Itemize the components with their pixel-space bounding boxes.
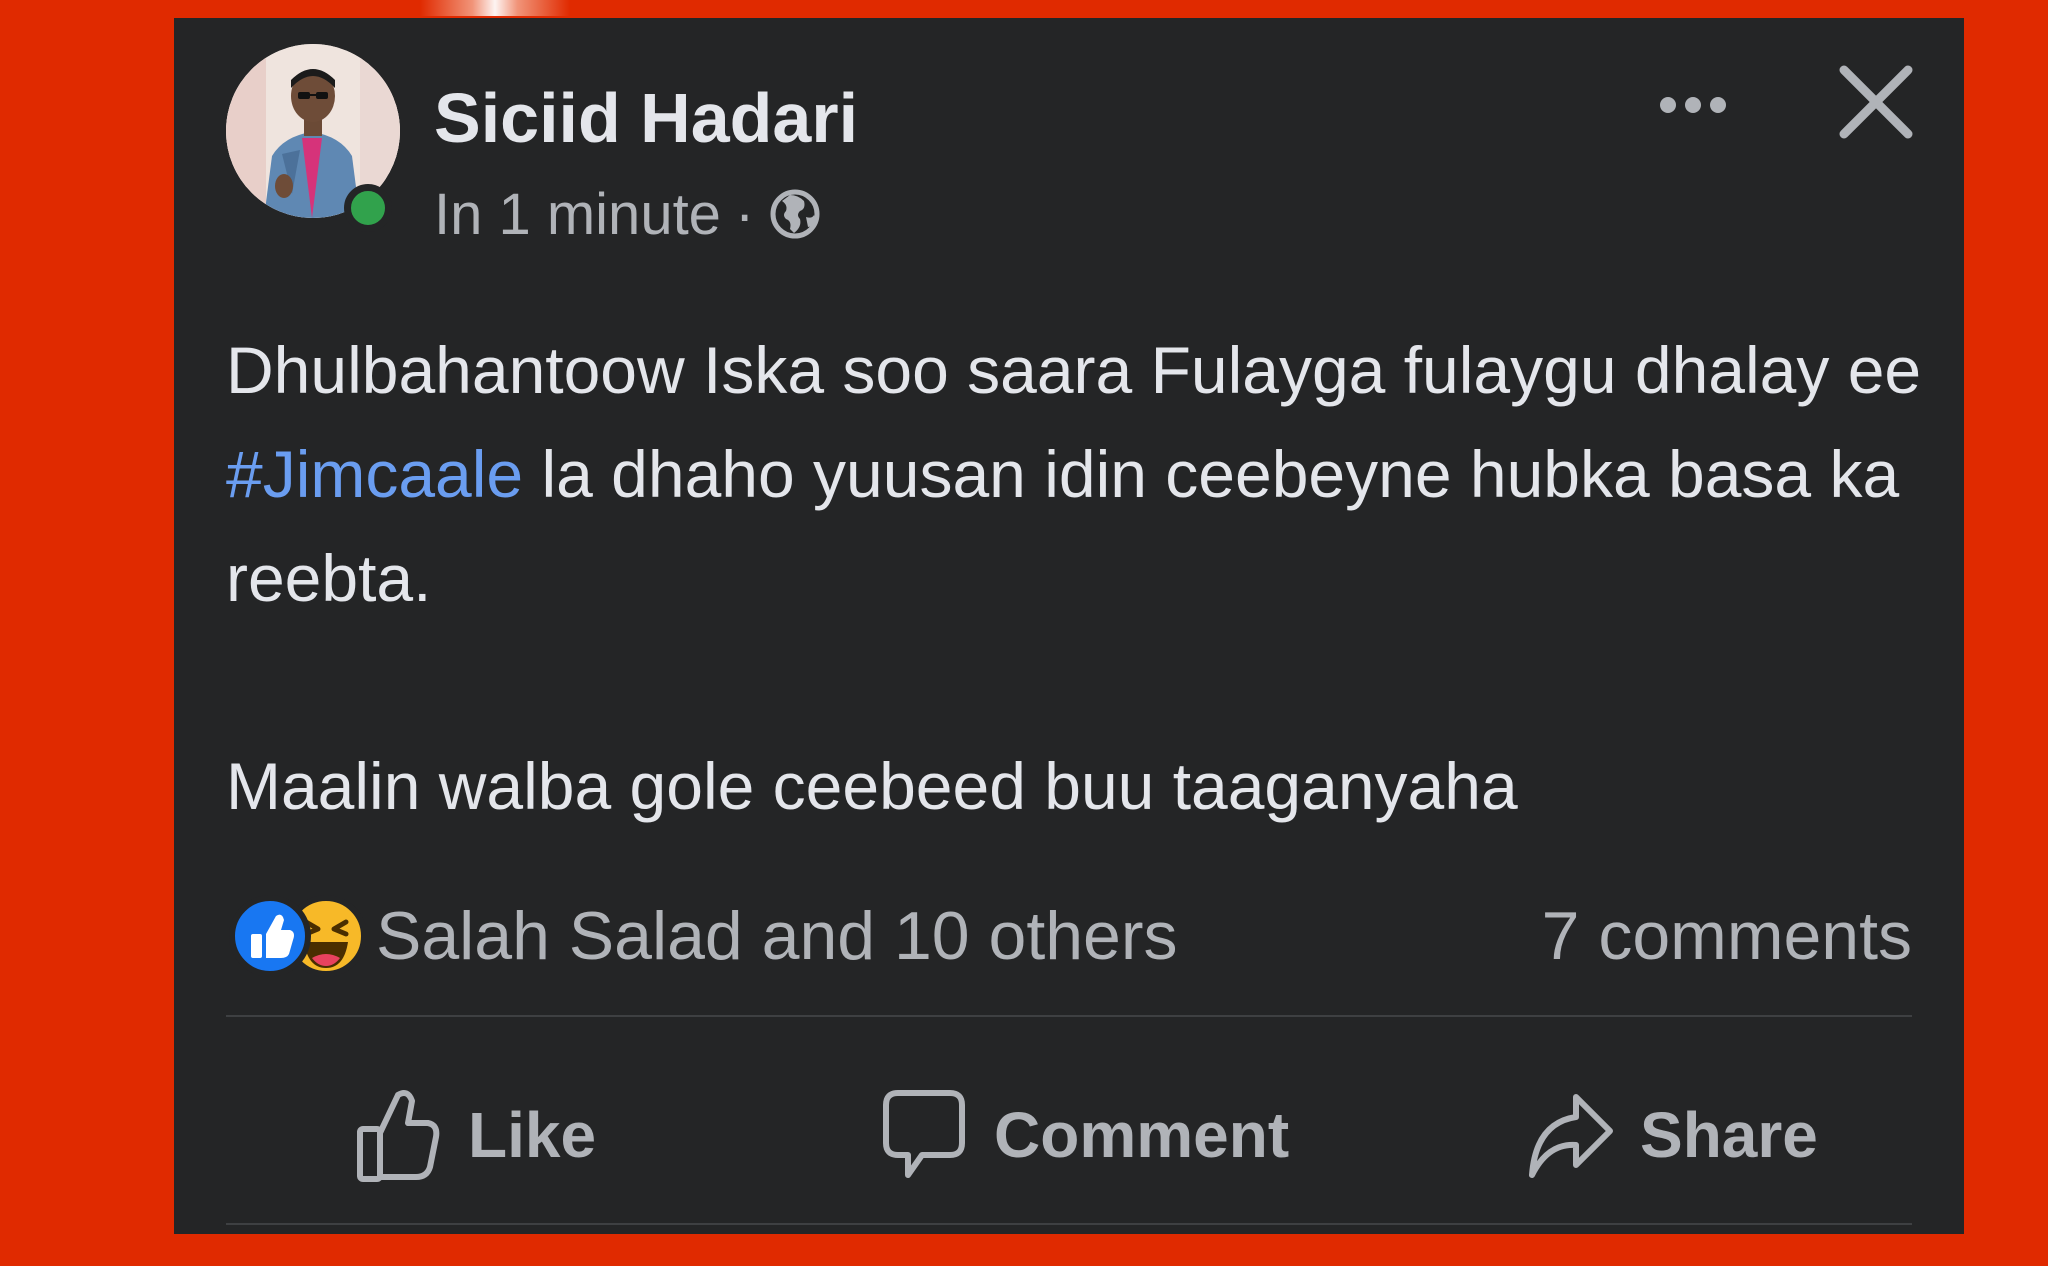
comments-count[interactable]: 7 comments	[1542, 896, 1912, 976]
action-bar: Like Comment Share	[226, 1036, 1912, 1234]
background-sparkle	[420, 0, 570, 16]
thumbs-up-icon	[357, 1090, 440, 1182]
comment-bubble-icon	[883, 1090, 965, 1178]
reactions-row: Salah Salad and 10 others 7 comments	[226, 876, 1912, 996]
hashtag-link[interactable]: #Jimcaale	[226, 437, 523, 511]
post-paragraph-1: Dhulbahantoow Iska soo saara Fulayga ful…	[226, 318, 1926, 630]
comment-label: Comment	[994, 1099, 1290, 1171]
author-name[interactable]: Siciid Hadari	[434, 78, 858, 158]
more-options-button[interactable]	[1648, 70, 1738, 140]
close-icon	[1839, 65, 1913, 139]
more-dots-icon	[1660, 97, 1726, 113]
like-button[interactable]: Like	[354, 1036, 596, 1234]
post-timestamp[interactable]: In 1 minute	[434, 181, 721, 248]
post-text: Dhulbahantoow Iska soo saara Fulayga ful…	[226, 318, 1926, 838]
like-reaction-icon	[229, 895, 311, 977]
reactions-summary[interactable]: Salah Salad and 10 others	[376, 896, 1178, 976]
close-button[interactable]	[1836, 62, 1916, 142]
comment-button[interactable]: Comment	[880, 1036, 1289, 1234]
actions-divider-bottom	[226, 1223, 1912, 1225]
post-meta: In 1 minute ·	[434, 178, 822, 250]
post-text-part-1: Dhulbahantoow Iska soo saara Fulayga ful…	[226, 333, 1922, 407]
post-card: Siciid Hadari In 1 minute · Dhulbahantoo…	[174, 18, 1964, 1234]
reaction-icons[interactable]	[226, 892, 367, 980]
meta-separator: ·	[734, 181, 755, 247]
share-arrow-icon	[1529, 1094, 1613, 1178]
globe-icon[interactable]	[768, 187, 822, 241]
share-button[interactable]: Share	[1526, 1036, 1818, 1234]
actions-divider-top	[226, 1015, 1912, 1017]
online-status-indicator	[344, 184, 392, 232]
like-label: Like	[468, 1099, 597, 1171]
share-label: Share	[1640, 1099, 1818, 1171]
post-paragraph-2: Maalin walba gole ceebeed buu taaganyaha	[226, 749, 1518, 823]
